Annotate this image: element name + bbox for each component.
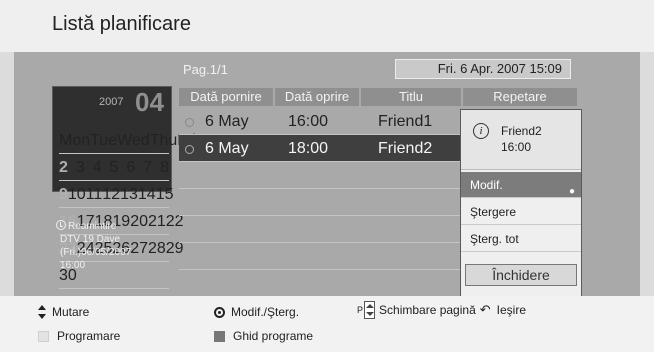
menu-item-delete[interactable]: Ştergere <box>461 199 581 225</box>
back-return-icon: ↶ <box>479 302 491 317</box>
calendar-day: 12 <box>102 186 121 203</box>
calendar-day: 28 <box>147 240 166 257</box>
calendar-month: 04 <box>135 87 164 117</box>
weekday-label: Tue <box>90 132 118 149</box>
page-title: Listă planificare <box>52 13 191 35</box>
popup-program-name: Friend2 <box>501 124 542 138</box>
row-stop: 16:00 <box>288 113 329 130</box>
row-title: Friend2 <box>378 140 433 157</box>
empty-row <box>179 243 461 270</box>
row-start: 6 May <box>205 140 249 157</box>
calendar-week-row: 2 3 4 5 6 7 8 <box>59 154 169 181</box>
reminder-channel: DTV 19 Dave <box>60 234 121 245</box>
row-title: Friend1 <box>378 113 433 130</box>
schedule-screen: Listă planificare Pag.1/1 Fri. 6 Apr. 20… <box>0 0 654 352</box>
up-down-arrows-icon <box>38 305 46 319</box>
hint-label: Modif./Şterg. <box>231 305 300 319</box>
page-indicator: Pag.1/1 <box>183 62 228 77</box>
close-button[interactable]: Închidere <box>465 264 577 286</box>
calendar-day: 7 <box>143 159 153 176</box>
schedule-row[interactable]: 6 May 18:00 Friend2 <box>179 135 461 162</box>
menu-item-label: Şterg. tot <box>470 232 519 246</box>
calendar-day: 15 <box>155 186 174 203</box>
schedule-row[interactable]: 6 May 16:00 Friend1 <box>179 108 461 135</box>
title-bar: Listă planificare <box>0 0 654 52</box>
hint-label: Schimbare pagină <box>379 303 476 317</box>
popup-program-time: 16:00 <box>501 140 532 154</box>
hint-label: Mutare <box>52 305 90 319</box>
schedule-rows: 6 May 16:00 Friend1 6 May 18:00 Friend2 <box>179 108 461 270</box>
hint-label: Ieşire <box>496 303 526 317</box>
weekday-label: Wed <box>117 132 150 149</box>
calendar-day: 20 <box>130 213 148 230</box>
calendar-weekday-row: Mon Tue Wed Thu Fri Sat Sun <box>59 127 248 154</box>
reminder-info: Reamintire DTV 19 Dave (Fri.)06/05/2007 … <box>56 220 131 272</box>
menu-item-label: Modif. <box>470 178 503 192</box>
weekday-label: Mon <box>59 132 91 149</box>
hint-move: Mutare <box>38 305 89 319</box>
hint-schedule: Programare <box>38 329 120 343</box>
clock-icon <box>56 220 66 230</box>
calendar-day: 13 <box>120 186 138 203</box>
calendar-day: 9 <box>59 186 68 203</box>
footer-bar: Mutare Modif./Şterg. P Schimbare pagină … <box>0 296 654 352</box>
info-icon: i <box>473 123 489 139</box>
ok-button-icon <box>214 306 225 318</box>
weekday-label: Thu <box>149 132 178 149</box>
column-header-repeat: Repetare <box>463 88 577 106</box>
menu-item-label: Ştergere <box>470 205 517 219</box>
menu-item-edit[interactable]: Modif. ● <box>461 172 581 198</box>
empty-row <box>179 216 461 243</box>
calendar-day: 6 <box>126 159 136 176</box>
calendar-day: 2 <box>59 159 68 176</box>
hint-label: Programare <box>57 329 121 343</box>
row-start: 6 May <box>205 113 249 130</box>
hint-page-change: P Schimbare pagină ↶ Ieşire <box>357 301 526 319</box>
hint-edit-delete: Modif./Şterg. <box>214 305 299 319</box>
calendar-week-row: 9 10 11 12 13 14 15 <box>59 181 174 208</box>
calendar-day: 4 <box>92 159 102 176</box>
white-button-icon <box>38 330 49 342</box>
calendar-year: 2007 <box>99 96 124 108</box>
hint-guide: Ghid programe <box>214 329 313 343</box>
calendar-day: 5 <box>109 159 119 176</box>
reminder-time: 16:00 <box>60 260 86 271</box>
calendar-day: 14 <box>137 186 156 203</box>
row-stop: 18:00 <box>288 140 329 157</box>
popup-info: i Friend2 16:00 <box>461 110 581 170</box>
calendar-day: 27 <box>130 240 148 257</box>
reminder-title: Reamintire <box>68 221 117 232</box>
calendar-day: 3 <box>75 159 85 176</box>
options-popup: i Friend2 16:00 Modif. ● Ştergere Şterg.… <box>460 109 582 297</box>
empty-row <box>179 162 461 189</box>
calendar-day: 8 <box>160 159 169 176</box>
calendar-day: 21 <box>147 213 166 230</box>
clock-icon <box>185 118 194 127</box>
calendar-day: 10 <box>67 186 86 203</box>
column-header-stop: Dată oprire <box>275 88 359 106</box>
calendar-day: 11 <box>85 186 103 203</box>
calendar-widget: 2007 04 Mon Tue Wed Thu Fri Sat Sun 2 3 … <box>52 86 248 289</box>
clock-icon <box>185 145 194 154</box>
grey-button-icon <box>214 330 225 342</box>
current-datetime: Fri. 6 Apr. 2007 15:09 <box>395 59 571 79</box>
hint-label: Ghid programe <box>233 329 314 343</box>
column-header-title: Titlu <box>361 88 461 106</box>
reminder-date: (Fri.)06/05/2007 <box>60 247 132 258</box>
empty-row <box>179 189 461 216</box>
column-header-start: Dată pornire <box>179 88 273 106</box>
page-up-down-icon: P <box>357 301 376 319</box>
menu-item-delete-all[interactable]: Şterg. tot <box>461 226 581 252</box>
p-key-label: P <box>357 305 364 315</box>
